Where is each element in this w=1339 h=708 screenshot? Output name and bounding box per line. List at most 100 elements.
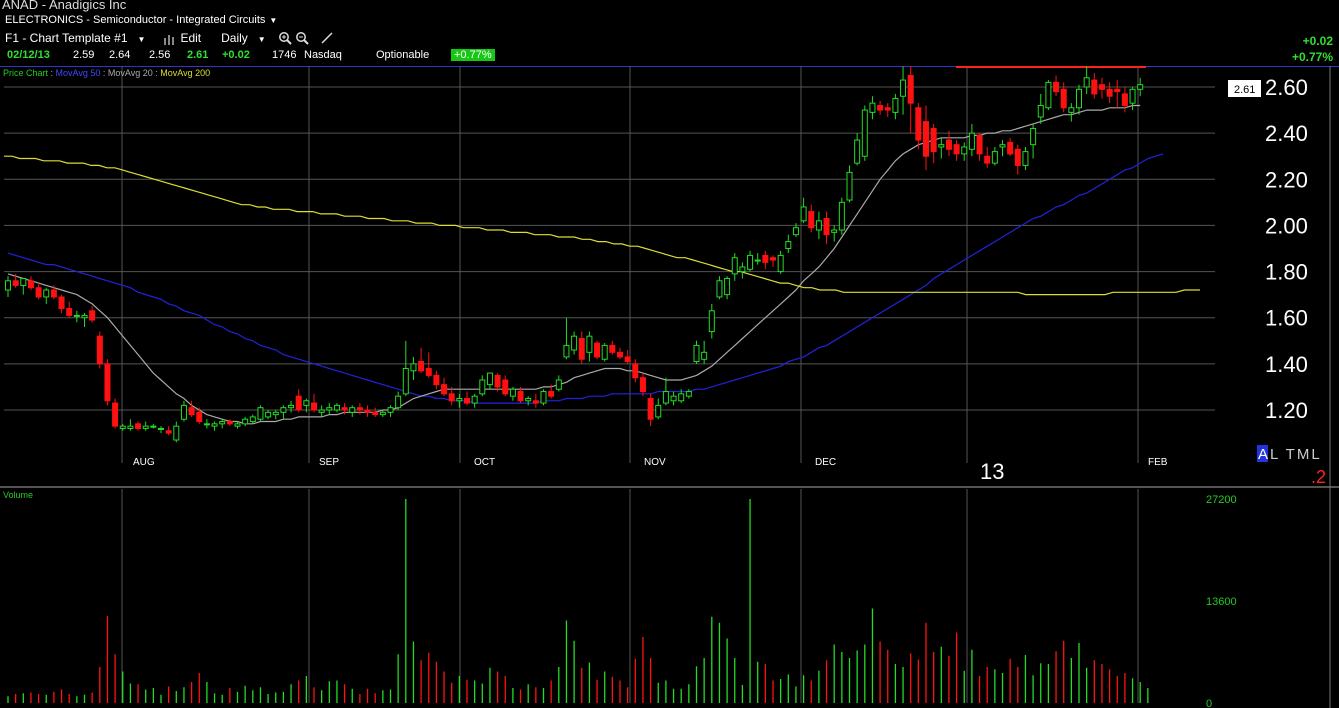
candle-body	[196, 411, 203, 423]
candle-body	[1098, 84, 1105, 90]
quote-high: 2.64	[109, 49, 131, 61]
zoom-in-icon[interactable]	[278, 31, 292, 46]
candle-body	[341, 407, 348, 411]
candle-body	[410, 363, 417, 372]
candle-body	[425, 367, 432, 376]
candle-body	[739, 266, 746, 273]
candle-body	[624, 356, 631, 363]
candle-body	[747, 254, 754, 270]
candle-body	[953, 144, 960, 155]
year-label: 13	[980, 459, 1004, 484]
candle-body	[900, 79, 907, 97]
month-label: SEP	[319, 457, 339, 468]
symbol-title[interactable]: ANAD - Anadigics Inc	[2, 0, 126, 12]
candle-body	[693, 344, 700, 363]
candle-body	[532, 400, 539, 404]
candle-body	[272, 411, 279, 416]
legend-price-chart: Price Chart : MovAvg 50 : MovAvg 20 : Mo…	[3, 68, 210, 78]
industry-label: ELECTRONICS - Semiconductor - Integrated…	[5, 14, 266, 26]
chevron-down-icon[interactable]: ▼	[258, 35, 266, 44]
quote-optionable: Optionable	[376, 49, 430, 61]
draw-line-icon[interactable]	[320, 31, 334, 45]
candle-body	[150, 425, 157, 428]
candle-body	[456, 397, 463, 402]
candle-body	[540, 391, 547, 404]
candle-body	[792, 227, 799, 236]
candle-body	[1060, 88, 1067, 109]
candle-body	[701, 351, 708, 360]
candle-body	[808, 211, 815, 229]
period-selector[interactable]: Daily ▼	[221, 31, 272, 45]
month-label: OCT	[474, 457, 495, 468]
candle-body	[1121, 93, 1128, 106]
candle-body	[662, 391, 669, 404]
candle-body	[180, 404, 187, 420]
candle-body	[1106, 88, 1113, 97]
chevron-down-icon[interactable]: ▼	[269, 16, 277, 25]
candle-body	[617, 351, 623, 358]
candle-body	[678, 393, 685, 402]
candle-body	[379, 411, 386, 416]
candle-body	[594, 342, 601, 358]
template-selector[interactable]: F1 - Chart Template #1 ▼	[5, 31, 151, 45]
candle-body	[119, 425, 126, 429]
candle-body	[188, 407, 195, 416]
candle-body	[716, 280, 723, 298]
candle-body	[142, 425, 149, 429]
industry-selector[interactable]: ELECTRONICS - Semiconductor - Integrated…	[5, 14, 277, 26]
series-line-movavg-20	[7, 104, 1141, 425]
candle-body	[938, 144, 945, 148]
candle-body	[670, 395, 677, 402]
candle-body	[777, 254, 784, 273]
candle-body	[20, 277, 27, 286]
quote-exchange: Nasdaq	[304, 49, 342, 61]
candle-body	[1030, 128, 1037, 146]
candle-body	[219, 421, 226, 425]
price-tick-label: 1.80	[1265, 260, 1308, 285]
volume-tick-label: 27200	[1206, 494, 1237, 506]
edit-button[interactable]: Edit	[163, 31, 207, 46]
candle-body	[165, 430, 172, 434]
candle-body	[632, 363, 639, 379]
candle-body	[877, 104, 884, 111]
candle-body	[854, 139, 861, 164]
candle-body	[402, 367, 409, 395]
candle-body	[104, 363, 111, 402]
candle-body	[708, 310, 715, 333]
candle-body	[785, 241, 792, 249]
candle-body	[288, 404, 295, 409]
right-change: +0.02	[1302, 34, 1333, 48]
last-price-tag: 2.61	[1234, 84, 1255, 96]
zoom-out-icon[interactable]	[295, 31, 309, 46]
price-volume-chart[interactable]: 2.60 2.40 2.20 2.00 1.80 1.60 1.40 1.20 AUG SEP O…	[0, 66, 1339, 708]
candle-body	[578, 337, 585, 360]
volume-bars	[7, 499, 1149, 703]
candle-body	[984, 155, 991, 164]
candle-body	[173, 425, 180, 441]
candle-body	[395, 395, 402, 409]
candle-body	[831, 229, 838, 233]
candle-body	[81, 314, 88, 319]
period-label: Daily	[221, 31, 248, 46]
price-tick-label: 2.40	[1265, 121, 1308, 146]
candle-body	[73, 314, 80, 317]
candle-body	[295, 395, 302, 411]
candle-body	[356, 407, 363, 411]
candle-body	[234, 423, 241, 427]
candle-body	[1068, 107, 1075, 113]
candle-body	[372, 411, 379, 416]
candle-body	[563, 344, 570, 358]
candle-body	[364, 409, 371, 413]
candle-body	[89, 310, 96, 321]
quote-line: 02/12/13 2.59 2.64 2.56 2.61 +0.02 1746 …	[7, 49, 495, 61]
candle-body	[685, 391, 692, 397]
candle-body	[96, 335, 103, 365]
candle-body	[923, 121, 929, 157]
candle-body	[1137, 84, 1144, 90]
candle-body	[1083, 77, 1090, 88]
candle-body	[869, 102, 876, 113]
candle-body	[586, 335, 593, 353]
candle-body	[525, 397, 532, 402]
candle-body	[5, 280, 11, 291]
chevron-down-icon[interactable]: ▼	[138, 35, 146, 44]
